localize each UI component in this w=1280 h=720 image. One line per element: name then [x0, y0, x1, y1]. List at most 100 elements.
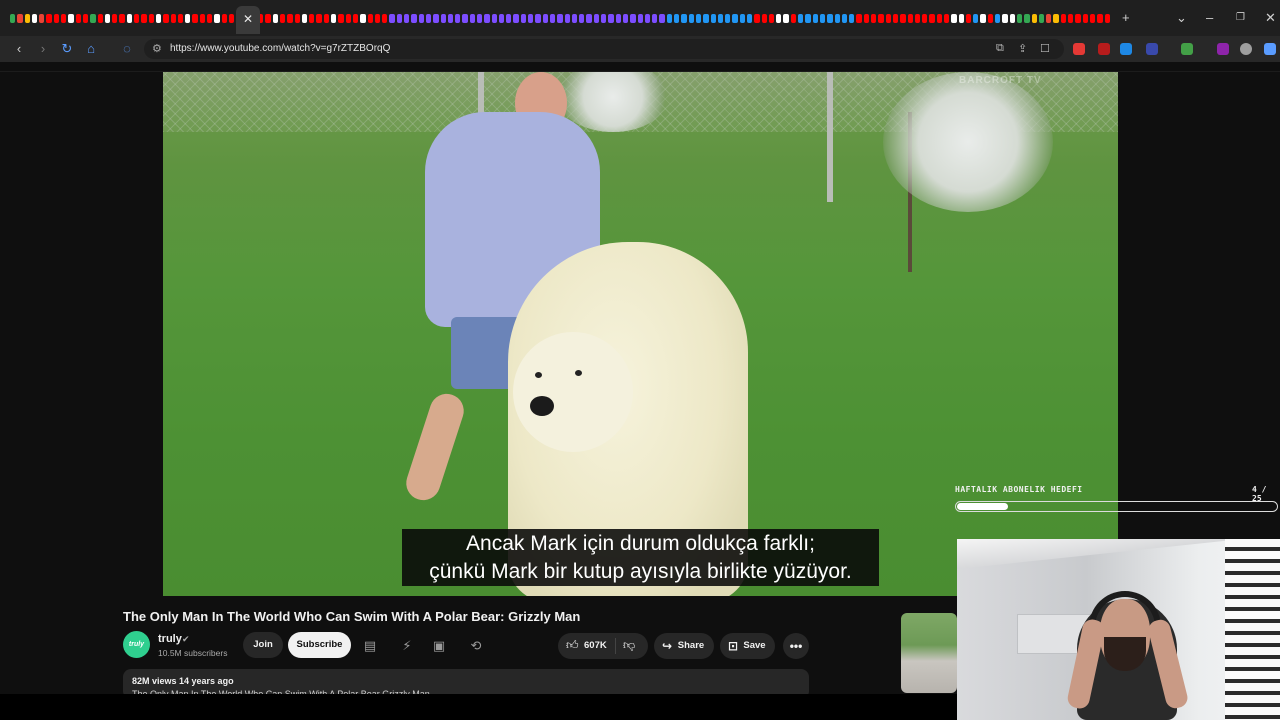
back-icon[interactable]: ‹: [10, 40, 28, 58]
tab-favicon-icon[interactable]: [17, 13, 23, 23]
tab-favicon-icon[interactable]: [207, 13, 213, 23]
tab-favicon-icon[interactable]: [97, 13, 103, 23]
tab-favicon-icon[interactable]: [571, 13, 578, 23]
tab-favicon-icon[interactable]: [622, 13, 629, 23]
profile-icon[interactable]: [1240, 43, 1252, 55]
channel-avatar[interactable]: truly: [123, 631, 150, 658]
tab-favicon-icon[interactable]: [557, 13, 563, 23]
tab-favicon-icon[interactable]: [703, 13, 709, 23]
tab-search-icon[interactable]: ⌄: [1176, 10, 1187, 26]
tab-favicon-icon[interactable]: [1104, 13, 1110, 23]
tab-favicon-icon[interactable]: [944, 13, 950, 23]
tab-favicon-icon[interactable]: [907, 13, 913, 23]
tab-favicon-icon[interactable]: [768, 13, 775, 23]
tab-favicon-icon[interactable]: [90, 13, 96, 23]
close-window-icon[interactable]: ✕: [1265, 10, 1276, 26]
tab-favicon-icon[interactable]: [163, 13, 169, 23]
tab-favicon-icon[interactable]: [345, 13, 351, 23]
tab-favicon-icon[interactable]: [338, 13, 344, 23]
tab-favicon-icon[interactable]: [228, 13, 235, 23]
tab-favicon-icon[interactable]: [885, 13, 891, 23]
tab-favicon-icon[interactable]: [849, 13, 855, 23]
tab-favicon-icon[interactable]: [491, 13, 497, 23]
tab-favicon-icon[interactable]: [922, 13, 928, 23]
tab-favicon-icon[interactable]: [710, 13, 716, 23]
tab-favicon-icon[interactable]: [301, 13, 308, 23]
maximize-icon[interactable]: ❐: [1236, 12, 1245, 23]
tab-favicon-icon[interactable]: [447, 13, 454, 23]
share-page-icon[interactable]: ⇪: [1018, 42, 1027, 55]
tab-favicon-icon[interactable]: [31, 13, 38, 23]
tab-favicon-icon[interactable]: [53, 13, 60, 23]
tab-favicon-icon[interactable]: [39, 13, 45, 23]
tab-favicon-icon[interactable]: [396, 13, 403, 23]
tab-favicon-icon[interactable]: [455, 13, 461, 23]
tab-favicon-icon[interactable]: [192, 13, 198, 23]
labs-icon[interactable]: [1181, 43, 1193, 55]
tab-favicon-icon[interactable]: [177, 13, 184, 23]
tab-favicon-icon[interactable]: [659, 13, 665, 23]
tab-favicon-icon[interactable]: [637, 13, 643, 23]
tab-favicon-icon[interactable]: [1097, 13, 1103, 23]
tab-favicon-icon[interactable]: [1009, 13, 1015, 23]
new-tab-button[interactable]: +: [1122, 10, 1130, 25]
tab-favicon-icon[interactable]: [75, 13, 81, 23]
transcript-icon[interactable]: ▤: [361, 637, 379, 655]
tab-favicon-icon[interactable]: [134, 13, 140, 23]
save-button[interactable]: ⊡ Save: [720, 633, 775, 659]
tab-favicon-icon[interactable]: [586, 13, 592, 23]
tab-favicon-icon[interactable]: [331, 13, 337, 23]
like-count[interactable]: 607K: [584, 640, 607, 651]
tab-favicon-icon[interactable]: [418, 13, 424, 23]
tab-favicon-icon[interactable]: [61, 13, 67, 23]
tab-favicon-icon[interactable]: [695, 13, 702, 23]
tab-favicon-icon[interactable]: [185, 13, 191, 23]
tab-favicon-icon[interactable]: [958, 13, 964, 23]
tab-favicon-icon[interactable]: [827, 13, 833, 23]
tab-favicon-icon[interactable]: [24, 13, 30, 23]
home-icon[interactable]: ⌂: [82, 40, 100, 58]
tab-favicon-icon[interactable]: [279, 13, 286, 23]
tab-favicon-icon[interactable]: [856, 13, 862, 23]
tab-favicon-icon[interactable]: [287, 13, 293, 23]
tab-favicon-icon[interactable]: [1060, 13, 1067, 23]
tab-favicon-icon[interactable]: [520, 13, 527, 23]
tab-favicon-icon[interactable]: [411, 13, 417, 23]
image-icon[interactable]: ▣: [430, 637, 448, 655]
tab-favicon-icon[interactable]: [914, 13, 921, 23]
tab-favicon-icon[interactable]: [834, 13, 840, 23]
tab-favicon-icon[interactable]: [1046, 13, 1052, 23]
url-text[interactable]: https://www.youtube.com/watch?v=g7rZTZBO…: [170, 43, 390, 54]
assistant-icon[interactable]: ◌: [118, 40, 136, 58]
tab-favicon-icon[interactable]: [601, 13, 607, 23]
join-button[interactable]: Join: [243, 632, 283, 658]
address-bar[interactable]: ⚙ https://www.youtube.com/watch?v=g7rZTZ…: [144, 39, 1064, 59]
extensions-puzzle-icon[interactable]: [1146, 43, 1158, 55]
tab-favicon-icon[interactable]: [652, 13, 658, 23]
subscribe-button[interactable]: Subscribe: [288, 632, 351, 658]
tab-favicon-icon[interactable]: [535, 13, 541, 23]
tab-favicon-icon[interactable]: [484, 13, 490, 23]
tab-favicon-icon[interactable]: [462, 13, 468, 23]
forward-icon[interactable]: ›: [34, 40, 52, 58]
tab-favicon-icon[interactable]: [374, 13, 381, 23]
menu-icon[interactable]: [1264, 43, 1276, 55]
tab-favicon-icon[interactable]: [382, 13, 388, 23]
tab-favicon-icon[interactable]: [579, 13, 585, 23]
tab-favicon-icon[interactable]: [360, 13, 366, 23]
recommended-video-thumbnail[interactable]: [901, 613, 957, 693]
tab-favicon-icon[interactable]: [951, 13, 957, 23]
tab-favicon-icon[interactable]: [352, 13, 359, 23]
like-icon[interactable]: 👍︎: [566, 638, 579, 653]
share-button[interactable]: ↪ Share: [654, 633, 714, 659]
tab-favicon-icon[interactable]: [783, 13, 789, 23]
tab-favicon-icon[interactable]: [10, 13, 16, 23]
tab-favicon-icon[interactable]: [900, 13, 906, 23]
install-icon[interactable]: ⧉: [996, 42, 1004, 55]
tab-favicon-icon[interactable]: [630, 13, 636, 23]
tab-favicon-icon[interactable]: [666, 13, 673, 23]
tab-favicon-icon[interactable]: [863, 13, 870, 23]
channel-name[interactable]: truly: [158, 633, 182, 645]
tab-favicon-icon[interactable]: [674, 13, 680, 23]
tab-favicon-icon[interactable]: [732, 13, 738, 23]
